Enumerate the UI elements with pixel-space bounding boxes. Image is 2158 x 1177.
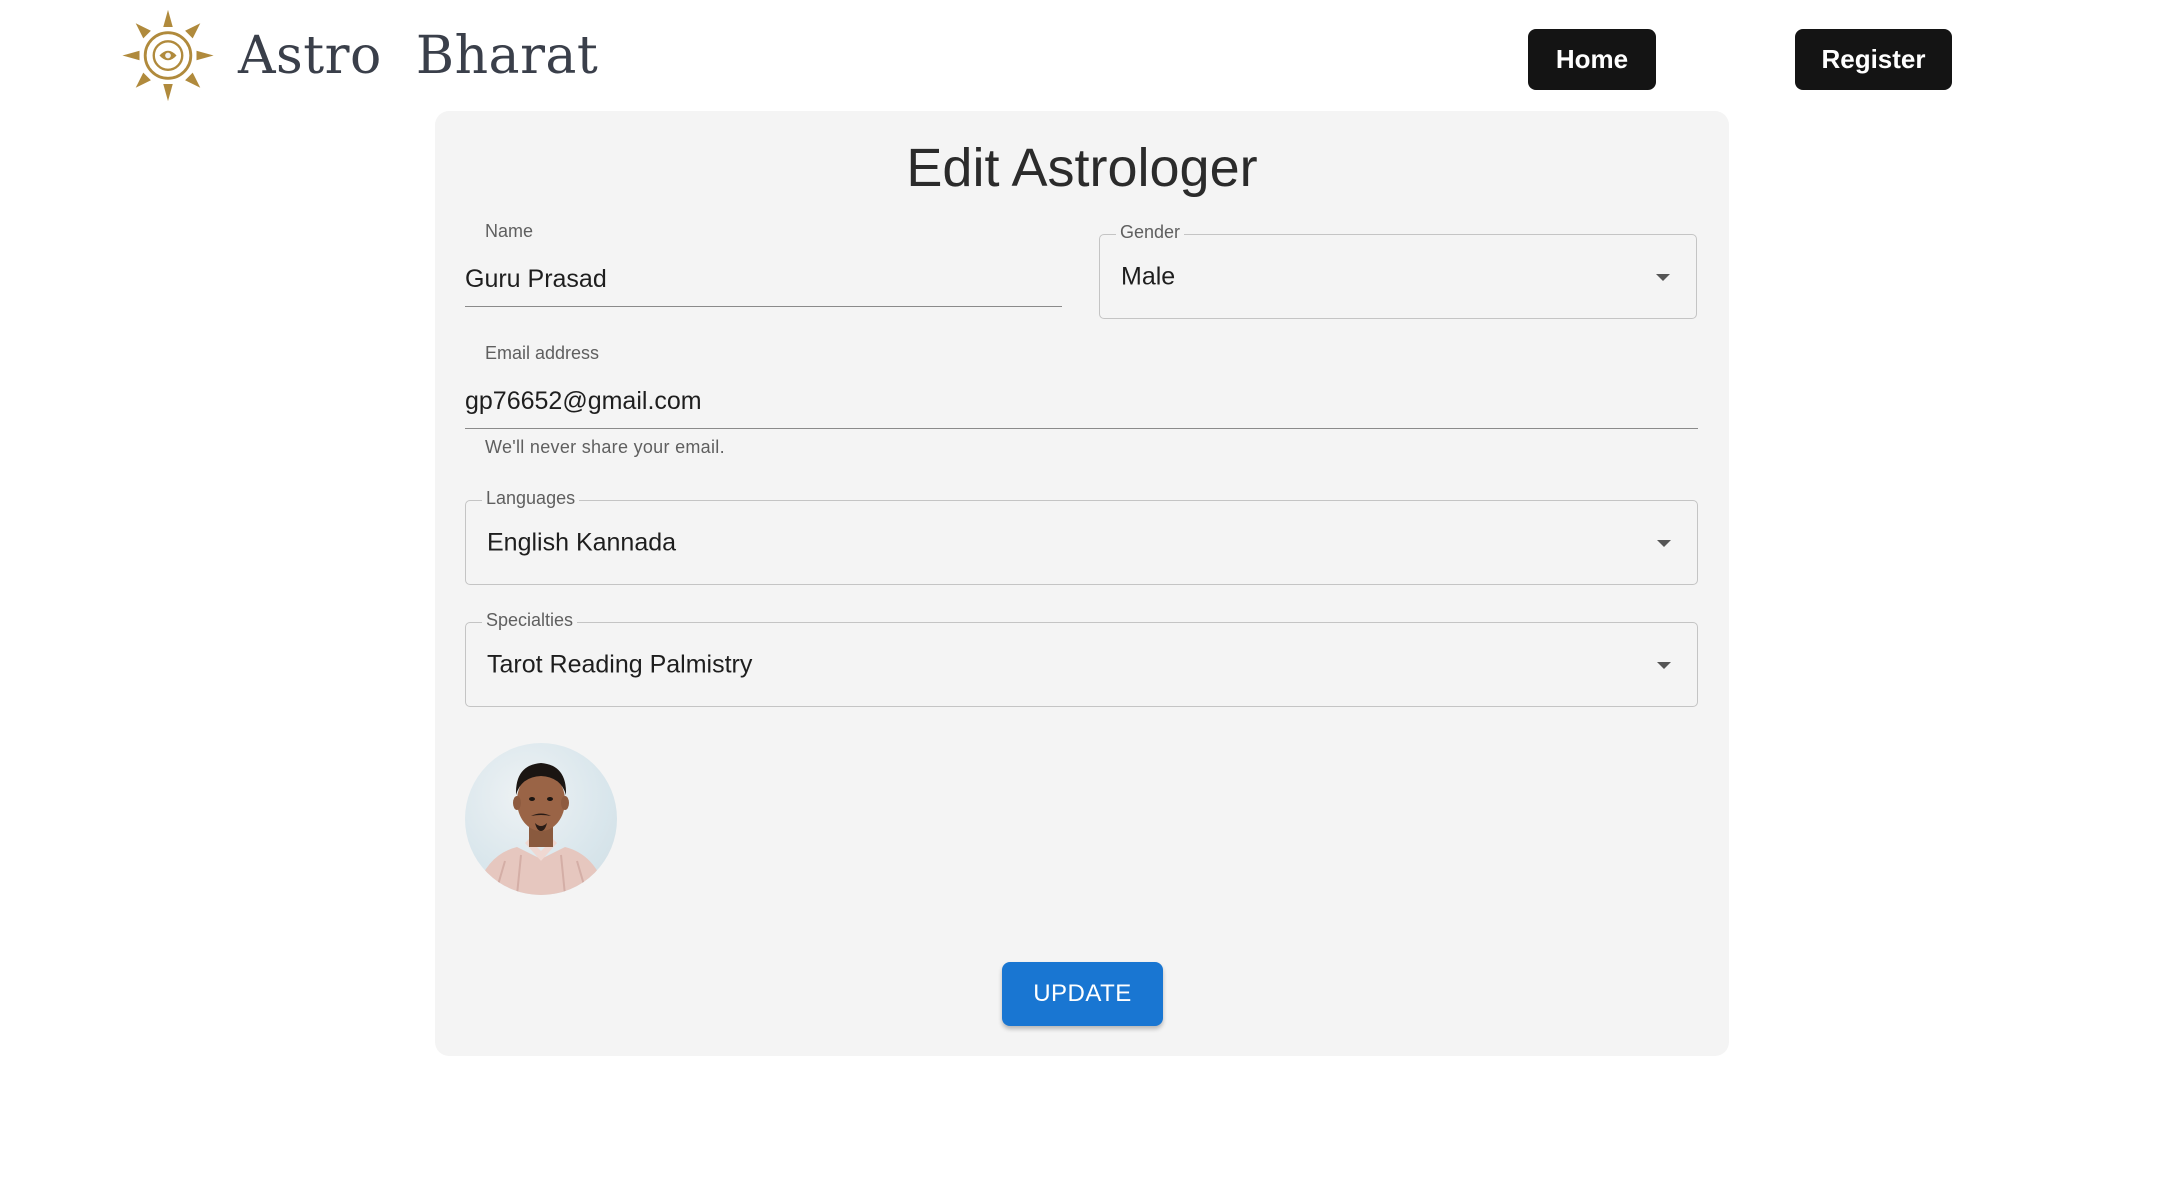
chevron-down-icon bbox=[1657, 539, 1671, 547]
gender-select[interactable]: Gender Male bbox=[1099, 222, 1697, 319]
gender-label: Gender bbox=[1116, 222, 1185, 243]
email-helper-text: We'll never share your email. bbox=[485, 437, 725, 457]
profile-photo bbox=[475, 763, 607, 895]
languages-select[interactable]: Languages English Kannada bbox=[465, 488, 1698, 585]
specialties-value: Tarot Reading Palmistry bbox=[487, 650, 753, 678]
chevron-down-icon bbox=[1657, 661, 1671, 669]
gender-value: Male bbox=[1121, 262, 1176, 290]
chevron-down-icon bbox=[1656, 273, 1670, 281]
page-title: Edit Astrologer bbox=[906, 138, 1258, 198]
register-button[interactable]: Register bbox=[1795, 29, 1952, 90]
languages-value: English Kannada bbox=[487, 528, 677, 556]
site-header: Astro Bharat Home Register bbox=[0, 0, 2158, 110]
brand-logo[interactable]: Astro Bharat bbox=[118, 8, 598, 103]
specialties-select[interactable]: Specialties Tarot Reading Palmistry bbox=[465, 610, 1698, 707]
specialties-label: Specialties bbox=[482, 610, 578, 631]
email-input[interactable]: gp76652@gmail.com bbox=[465, 379, 1698, 429]
name-label: Name bbox=[485, 221, 534, 241]
avatar bbox=[465, 743, 617, 895]
edit-astrologer-card: Edit Astrologer Name Guru Prasad Gender … bbox=[435, 111, 1729, 1056]
email-label: Email address bbox=[485, 343, 600, 363]
name-input[interactable]: Guru Prasad bbox=[465, 257, 1062, 307]
update-button[interactable]: UPDATE bbox=[1002, 962, 1163, 1026]
home-button[interactable]: Home bbox=[1528, 29, 1656, 90]
sun-eye-logo-icon bbox=[122, 9, 214, 102]
brand-name: Astro Bharat bbox=[238, 25, 599, 86]
languages-label: Languages bbox=[482, 488, 580, 509]
